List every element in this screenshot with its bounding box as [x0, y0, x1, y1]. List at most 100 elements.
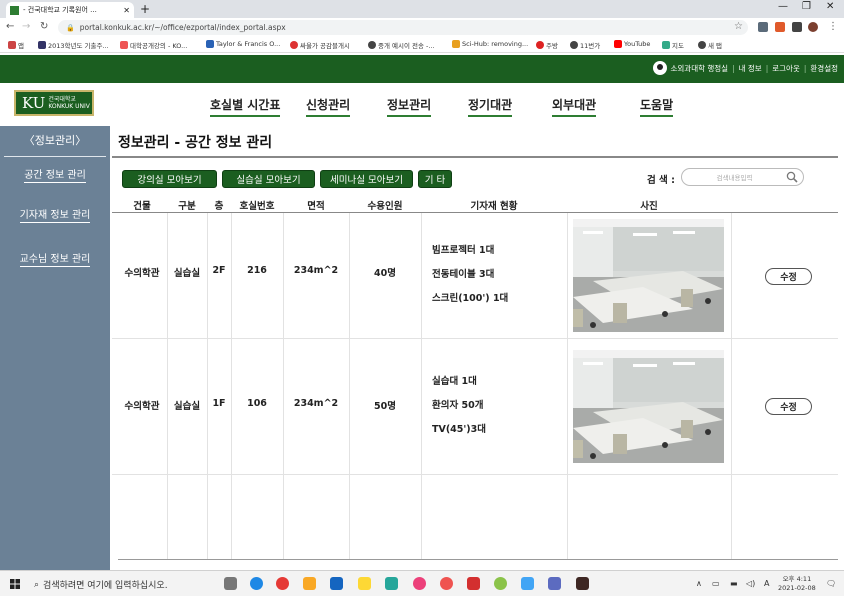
cell-capacity: 40명	[374, 268, 396, 279]
extension-icon[interactable]	[775, 22, 785, 32]
nav-regular-rental[interactable]: 정기대관	[468, 96, 513, 117]
illustrator-icon[interactable]	[576, 577, 589, 590]
nav-external-rental[interactable]: 외부대관	[552, 96, 597, 117]
bookmark-item[interactable]: 지도	[662, 40, 684, 50]
divider	[118, 559, 838, 560]
mail-icon[interactable]	[330, 577, 343, 590]
university-logo[interactable]: KU 건국대학교 KONKUK UNIV	[14, 90, 94, 116]
divider	[112, 212, 838, 213]
my-info-link[interactable]: 내 정보	[739, 63, 762, 74]
bookmark-item[interactable]: 새 탭	[698, 40, 722, 50]
cell-equipment-item: 실습대 1대	[432, 376, 477, 387]
browser-tab[interactable]: - 건국대학교 기록원어 ... ✕	[6, 2, 134, 18]
bookmark-item[interactable]: 중개 예시이 전송 -...	[368, 40, 435, 50]
bookmark-favicon-icon	[38, 41, 46, 49]
bookmark-item[interactable]: 주방	[536, 40, 558, 50]
cell-equipment-item: 환의자 50개	[432, 400, 484, 411]
nav-request-management[interactable]: 신청관리	[306, 96, 351, 117]
taskbar-search[interactable]: ⌕ 검색하려면 여기에 입력하십시오.	[34, 578, 168, 592]
bookmark-item[interactable]: Sci-Hub: removing...	[452, 40, 528, 48]
seminar-rooms-button[interactable]: 세미나실 모아보기	[320, 170, 413, 188]
nav-info-management[interactable]: 정보관리	[387, 96, 432, 117]
cell-equipment-item: TV(45')3대	[432, 424, 486, 435]
task-view-icon[interactable]	[224, 577, 237, 590]
app-icon[interactable]	[467, 577, 480, 590]
edge-icon[interactable]	[250, 577, 263, 590]
cell-area: 234m^2	[293, 398, 339, 409]
settings-link[interactable]: 환경설정	[810, 63, 838, 74]
search-icon[interactable]	[786, 171, 798, 183]
edit-button[interactable]: 수정	[765, 398, 812, 415]
search-icon: ⌕	[34, 579, 40, 590]
other-rooms-button[interactable]: 기 타	[418, 170, 452, 188]
browser-menu-icon[interactable]: ⋮	[828, 21, 838, 32]
kakaotalk-icon[interactable]	[358, 577, 371, 590]
logout-link[interactable]: 로그아웃	[772, 63, 800, 74]
lecture-rooms-button[interactable]: 강의실 모아보기	[122, 170, 217, 188]
youtube-icon	[614, 40, 622, 48]
browser-tab-bar: - 건국대학교 기록원어 ... ✕ + — ❐ ✕	[0, 0, 844, 18]
lab-rooms-button[interactable]: 실습실 모아보기	[222, 170, 315, 188]
app-icon[interactable]	[521, 577, 534, 590]
divider: |	[765, 63, 769, 73]
sidebar-header: 〈정보관리〉	[23, 134, 87, 147]
taskbar-clock[interactable]: 오후 4:11 2021-02-08	[778, 575, 816, 593]
volume-icon[interactable]: ◁)	[746, 579, 755, 588]
cell-type: 실습실	[173, 268, 201, 279]
bookmark-item[interactable]: 2013학년도 기출주...	[38, 40, 109, 50]
edit-button[interactable]: 수정	[765, 268, 812, 285]
cell-equipment-item: 스크린(100') 1대	[432, 293, 509, 304]
bookmark-item[interactable]: 대학공개강의 - KO...	[120, 40, 187, 50]
windows-taskbar: ⌕ 검색하려면 여기에 입력하십시오. ∧ ▭ ▬ ◁) A 오후 4:11 2…	[0, 570, 844, 596]
bookmark-item[interactable]: 앱	[8, 40, 24, 50]
app-icon[interactable]	[440, 577, 453, 590]
reload-icon[interactable]: ↻	[40, 21, 48, 32]
network-icon[interactable]: ▬	[730, 579, 738, 588]
puzzle-icon[interactable]	[792, 22, 802, 32]
map-icon	[662, 41, 670, 49]
bookmark-favicon-icon	[536, 41, 544, 49]
room-photo	[573, 350, 724, 463]
taskbar-search-text: 검색하려면 여기에 입력하십시오.	[43, 581, 168, 591]
lock-icon: 🔒	[66, 23, 75, 32]
extension-icon[interactable]	[758, 22, 768, 32]
tab-close-icon[interactable]: ✕	[123, 6, 130, 15]
clock-date: 2021-02-08	[778, 584, 816, 592]
back-icon[interactable]: ←	[6, 21, 14, 32]
app-icon[interactable]	[548, 577, 561, 590]
url-text: portal.konkuk.ac.kr/~/office/ezportal/in…	[79, 23, 286, 32]
windows-start-icon[interactable]	[10, 579, 20, 589]
bookmark-star-icon[interactable]: ☆	[734, 21, 743, 32]
sidebar-item-professor-info[interactable]: 교수님 정보 관리	[0, 250, 110, 267]
column-header-equipment: 기자재 현황	[470, 201, 518, 212]
bookmark-item[interactable]: 11번가	[570, 40, 600, 50]
bookmark-item[interactable]: YouTube	[614, 40, 650, 48]
app-icon[interactable]	[413, 577, 426, 590]
nav-room-timetable[interactable]: 호실별 시간표	[210, 96, 281, 117]
new-tab-icon[interactable]: +	[140, 2, 150, 16]
nav-help[interactable]: 도움말	[640, 96, 674, 117]
ime-icon[interactable]: A	[764, 579, 769, 588]
page-title: 정보관리 - 공간 정보 관리	[118, 135, 273, 151]
maximize-icon[interactable]: ❐	[802, 1, 811, 12]
forward-icon[interactable]: →	[22, 21, 30, 32]
column-header-capacity: 수용인원	[367, 201, 403, 212]
tray-icon[interactable]: ▭	[712, 579, 720, 588]
site-favicon-icon	[10, 5, 19, 15]
app-icon[interactable]	[385, 577, 398, 590]
chrome-icon[interactable]	[276, 577, 289, 590]
bookmark-item[interactable]: Taylor & Francis O...	[206, 40, 280, 48]
bookmark-item[interactable]: 싸울가 공감블개시	[290, 40, 350, 50]
column-header-floor: 층	[214, 201, 224, 212]
sidebar-item-space-info[interactable]: 공간 정보 관리	[0, 166, 110, 183]
user-icon	[652, 61, 667, 75]
notification-icon[interactable]: 🗨	[826, 579, 836, 588]
sidebar-item-equipment-info[interactable]: 기자재 정보 관리	[0, 206, 110, 223]
tray-chevron-icon[interactable]: ∧	[696, 579, 702, 588]
profile-avatar[interactable]	[808, 22, 818, 32]
minimize-icon[interactable]: —	[778, 1, 788, 12]
file-explorer-icon[interactable]	[303, 577, 316, 590]
close-window-icon[interactable]: ✕	[826, 1, 834, 12]
app-icon[interactable]	[494, 577, 507, 590]
url-field[interactable]: 🔒 portal.konkuk.ac.kr/~/office/ezportal/…	[58, 20, 748, 35]
